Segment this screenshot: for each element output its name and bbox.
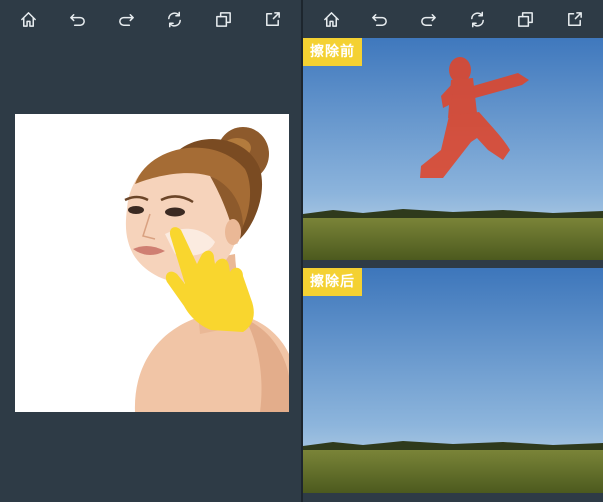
left-footer bbox=[0, 493, 301, 502]
portrait-image bbox=[15, 114, 289, 412]
reset-icon[interactable] bbox=[466, 8, 488, 30]
compare-icon[interactable] bbox=[213, 8, 235, 30]
redo-icon[interactable] bbox=[418, 8, 440, 30]
home-icon[interactable] bbox=[320, 8, 342, 30]
before-label: 擦除前 bbox=[303, 38, 362, 66]
before-image: 擦除前 bbox=[303, 38, 603, 260]
editor-panel bbox=[0, 0, 301, 502]
redo-icon[interactable] bbox=[115, 8, 137, 30]
comparison-panel: 擦除前 擦除后 bbox=[303, 0, 603, 502]
reset-icon[interactable] bbox=[164, 8, 186, 30]
share-icon[interactable] bbox=[564, 8, 586, 30]
undo-icon[interactable] bbox=[66, 8, 88, 30]
after-label: 擦除后 bbox=[303, 268, 362, 296]
photo-canvas[interactable] bbox=[15, 114, 289, 412]
compare-icon[interactable] bbox=[515, 8, 537, 30]
share-icon[interactable] bbox=[262, 8, 284, 30]
scene-divider bbox=[303, 260, 603, 268]
after-image: 擦除后 bbox=[303, 268, 603, 493]
right-toolbar bbox=[303, 0, 603, 38]
right-footer bbox=[303, 493, 603, 502]
undo-icon[interactable] bbox=[369, 8, 391, 30]
left-toolbar bbox=[0, 0, 301, 38]
home-icon[interactable] bbox=[17, 8, 39, 30]
